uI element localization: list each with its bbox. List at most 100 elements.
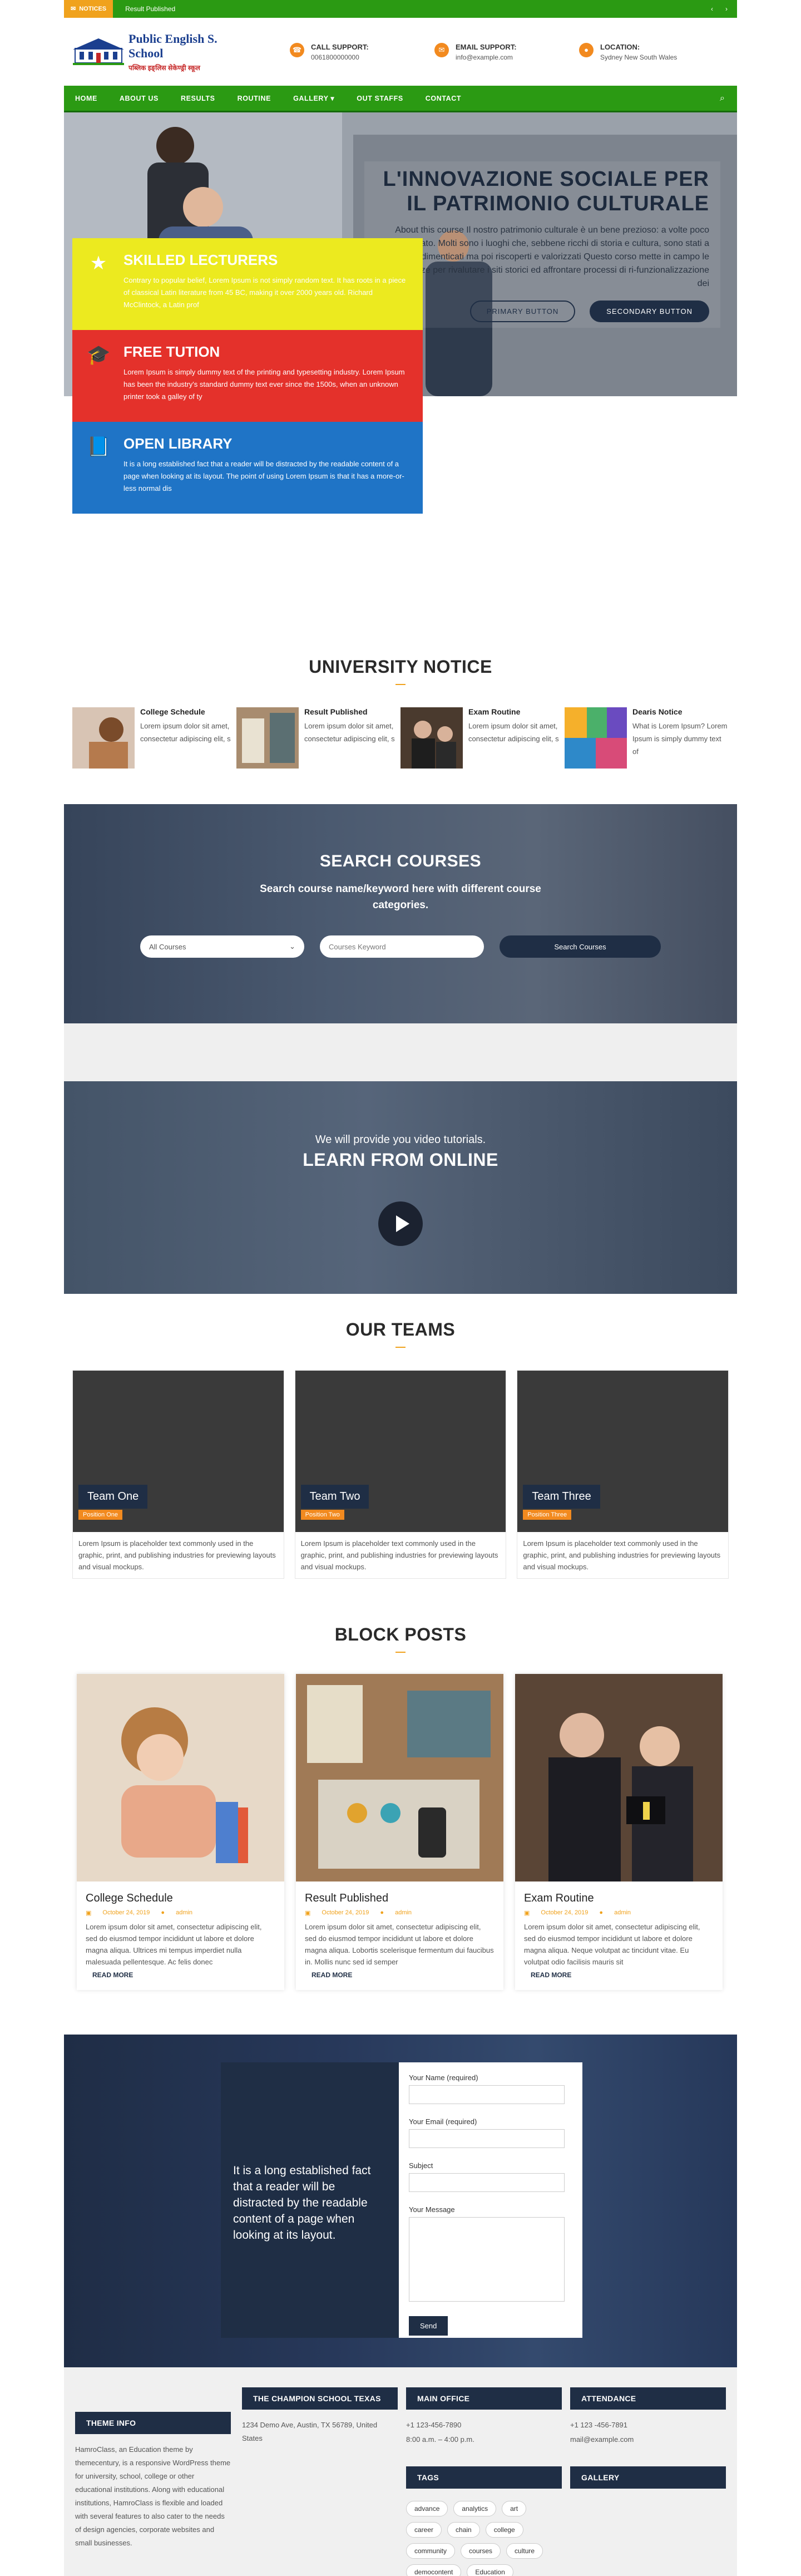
notice-item[interactable]: College Schedule Lorem ipsum dolor sit a… xyxy=(72,707,236,769)
play-icon[interactable] xyxy=(378,1201,423,1246)
secondary-button[interactable]: SECONDARY BUTTON xyxy=(590,301,709,322)
email-support: ✉ EMAIL SUPPORT: info@example.com xyxy=(434,42,562,61)
footer-text: 1234 Demo Ave, Austin, TX 56789, United … xyxy=(242,2421,378,2442)
read-more-link[interactable]: READ MORE xyxy=(531,1971,571,1979)
post-card[interactable]: College Schedule ▣ October 24, 2019 ● admin… xyxy=(77,1674,284,1990)
map-marker-icon: ● xyxy=(579,42,594,57)
tag[interactable]: career xyxy=(406,2522,442,2538)
notice-item[interactable]: Dearis Notice What is Lorem Ipsum? Lorem… xyxy=(565,707,729,769)
tag[interactable]: courses xyxy=(461,2543,501,2559)
notice-tag: ✉ NOTICES xyxy=(64,0,113,18)
primary-button[interactable]: PRIMARY BUTTON xyxy=(469,301,576,322)
post-title[interactable]: Result Published xyxy=(305,1892,495,1905)
read-more-link[interactable]: READ MORE xyxy=(92,1971,133,1979)
tag[interactable]: advance xyxy=(406,2501,448,2516)
team-position: Position One xyxy=(78,1510,122,1520)
nav-results[interactable]: RESULTS xyxy=(181,95,215,102)
email-value[interactable]: info@example.com xyxy=(456,53,517,61)
team-position: Position Three xyxy=(523,1510,572,1520)
post-image xyxy=(515,1674,723,1881)
search-icon[interactable]: ⌕ xyxy=(720,93,725,104)
notice-title[interactable]: Dearis Notice xyxy=(632,707,729,716)
notice-text[interactable]: Result Published xyxy=(125,5,175,13)
footer-phone[interactable]: +1 123 -456-7891 xyxy=(570,2419,726,2432)
envelope-icon: ✉ xyxy=(434,42,449,57)
team-photo: Team Three Position Three xyxy=(517,1371,729,1532)
search-courses-button[interactable]: Search Courses xyxy=(500,935,661,958)
tag[interactable]: college xyxy=(485,2522,523,2538)
footer-tags: TAGS advance analytics art career chain … xyxy=(406,2466,562,2576)
calendar-icon: ▣ xyxy=(524,1910,530,1917)
team-card[interactable]: Team Three Position Three Lorem Ipsum is… xyxy=(517,1370,729,1579)
post-card[interactable]: Result Published ▣ October 24, 2019 ● admin… xyxy=(296,1674,503,1990)
team-card[interactable]: Team One Position One Lorem Ipsum is pla… xyxy=(72,1370,284,1579)
nav-routine[interactable]: ROUTINE xyxy=(238,95,271,102)
footer-heading: TAGS xyxy=(406,2466,562,2489)
post-excerpt: Lorem ipsum dolor sit amet, consectetur … xyxy=(524,1923,700,1966)
name-field[interactable] xyxy=(409,2085,565,2104)
notice-title[interactable]: College Schedule xyxy=(140,707,236,716)
tag[interactable]: Education xyxy=(467,2564,513,2576)
nav-home[interactable]: HOME xyxy=(75,95,97,102)
nav-gallery[interactable]: GALLERY ▾ xyxy=(293,94,334,102)
calendar-icon: ▣ xyxy=(305,1910,311,1917)
notice-text: Lorem ipsum dolor sit amet, consectetur … xyxy=(140,722,231,743)
tag[interactable]: chain xyxy=(447,2522,480,2538)
nav-contact[interactable]: CONTACT xyxy=(426,95,461,102)
feature-free-tution[interactable]: 🎓 FREE TUTION Lorem Ipsum is simply dumm… xyxy=(72,330,423,422)
read-more-link[interactable]: READ MORE xyxy=(312,1971,352,1979)
post-card[interactable]: Exam Routine ▣ October 24, 2019 ● admin Lor… xyxy=(515,1674,723,1990)
team-name: Team One xyxy=(78,1485,148,1509)
footer-email[interactable]: mail@example.com xyxy=(570,2433,726,2446)
notice-item[interactable]: Exam Routine Lorem ipsum dolor sit amet,… xyxy=(400,707,565,769)
logo[interactable]: Public English S. School पब्लिक इङ्लिस स… xyxy=(73,32,245,72)
post-author[interactable]: admin xyxy=(176,1909,192,1917)
main-nav: HOME ABOUT US RESULTS ROUTINE GALLERY ▾ … xyxy=(64,86,737,112)
post-title[interactable]: Exam Routine xyxy=(524,1892,714,1905)
course-category-select[interactable]: All Courses ⌄ xyxy=(140,935,304,958)
post-image xyxy=(296,1674,503,1881)
team-card[interactable]: Team Two Position Two Lorem Ipsum is pla… xyxy=(294,1370,507,1579)
feature-title: SKILLED LECTURERS xyxy=(123,252,278,268)
feature-title: FREE TUTION xyxy=(123,343,220,360)
tag[interactable]: analytics xyxy=(453,2501,497,2516)
notice-item[interactable]: Result Published Lorem ipsum dolor sit a… xyxy=(236,707,400,769)
tag[interactable]: culture xyxy=(506,2543,543,2559)
chevron-down-icon: ⌄ xyxy=(289,942,295,950)
tag[interactable]: art xyxy=(502,2501,527,2516)
footer-text: HamroClass, an Education theme by themec… xyxy=(75,2445,231,2547)
email-label: EMAIL SUPPORT: xyxy=(456,42,517,51)
feature-open-library[interactable]: 📘 OPEN LIBRARY It is a long established … xyxy=(72,422,423,514)
tag-cloud: advance analytics art career chain colle… xyxy=(406,2501,567,2576)
email-field[interactable] xyxy=(409,2129,565,2148)
feature-skilled-lecturers[interactable]: ★ SKILLED LECTURERS Contrary to popular … xyxy=(72,238,423,330)
post-date: October 24, 2019 xyxy=(322,1909,369,1916)
nav-about-us[interactable]: ABOUT US xyxy=(120,95,159,102)
next-arrow-icon[interactable]: › xyxy=(721,4,731,14)
user-icon: ● xyxy=(380,1909,384,1916)
call-value[interactable]: 0061800000000 xyxy=(311,53,369,61)
send-button[interactable]: Send xyxy=(409,2316,448,2336)
feature-text: Lorem Ipsum is simply dummy text of the … xyxy=(123,368,405,401)
location-value: Sydney New South Wales xyxy=(600,53,678,61)
footer-attendance: ATTENDANCE +1 123 -456-7891 mail@example… xyxy=(570,2387,726,2446)
footer-phone[interactable]: +1 123-456-7890 xyxy=(406,2419,562,2432)
prev-arrow-icon[interactable]: ‹ xyxy=(707,4,717,14)
post-author[interactable]: admin xyxy=(614,1909,631,1917)
tag[interactable]: democontent xyxy=(406,2564,462,2576)
user-icon: ● xyxy=(161,1909,165,1916)
post-date: October 24, 2019 xyxy=(541,1909,589,1916)
nav-out-staffs[interactable]: OUT STAFFS xyxy=(357,95,403,102)
location: ● LOCATION: Sydney New South Wales xyxy=(579,42,707,61)
subject-field[interactable] xyxy=(409,2173,565,2192)
notice-title[interactable]: Exam Routine xyxy=(468,707,565,716)
tag[interactable]: community xyxy=(406,2543,456,2559)
post-date: October 24, 2019 xyxy=(102,1909,150,1916)
star-icon: ★ xyxy=(90,253,107,274)
post-author[interactable]: admin xyxy=(395,1909,412,1917)
message-field[interactable] xyxy=(409,2217,565,2302)
course-keyword-input[interactable]: Courses Keyword xyxy=(320,935,484,958)
post-title[interactable]: College Schedule xyxy=(86,1892,275,1905)
email-label: Your Email (required) xyxy=(409,2117,477,2126)
notice-title[interactable]: Result Published xyxy=(304,707,400,716)
